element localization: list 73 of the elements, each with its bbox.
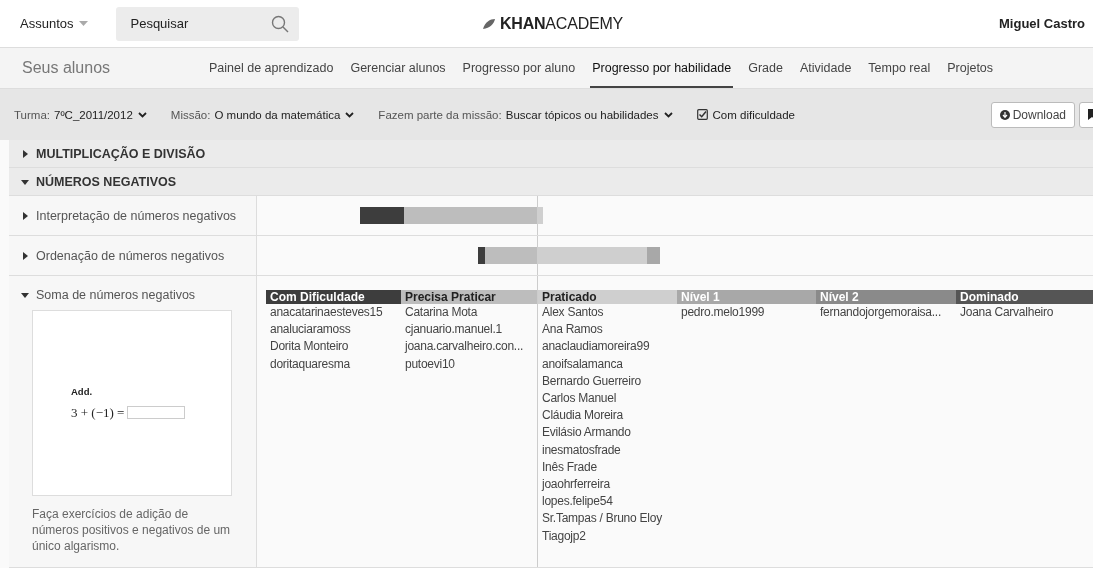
student-name[interactable]: Catarina Mota <box>401 304 537 322</box>
download-icon <box>999 109 1010 120</box>
student-name[interactable]: joaohrferreira <box>538 476 677 494</box>
student-name[interactable]: putoevi10 <box>401 355 537 373</box>
column-header: Nível 2 <box>816 290 956 304</box>
column-header: Nível 1 <box>677 290 816 304</box>
student-name[interactable]: Carlos Manuel <box>538 390 677 408</box>
filter-dropdown[interactable]: Buscar tópicos ou habilidades <box>505 108 673 121</box>
student-name[interactable]: analuciaramoss <box>266 321 401 339</box>
student-name[interactable]: fernandojorgemoraisa... <box>816 304 956 322</box>
nav-tab[interactable]: Tempo real <box>866 48 933 88</box>
section-title: MULTIPLICAÇÃO E DIVISÃO <box>36 146 206 161</box>
student-name[interactable]: Cláudia Moreira <box>538 407 677 425</box>
search-icon[interactable] <box>271 14 290 33</box>
student-name[interactable]: Evilásio Armando <box>538 424 677 442</box>
section-header[interactable]: MULTIPLICAÇÃO E DIVISÃO <box>9 140 1093 168</box>
checkbox[interactable]: Com dificuldade <box>696 108 795 121</box>
student-name[interactable]: inesmatosfrade <box>538 441 677 459</box>
user-name[interactable]: Miguel Castro <box>999 16 1085 31</box>
student-name[interactable]: Alex Santos <box>538 304 677 322</box>
student-name[interactable]: Dorita Monteiro <box>266 338 401 356</box>
student-name[interactable]: Joana Carvalheiro <box>956 304 1093 322</box>
dropdown-caret-icon <box>79 20 89 27</box>
column-header: Com Dificuldade <box>266 290 401 304</box>
nav-tab[interactable]: Atividade <box>797 48 854 88</box>
skill-description: Faça exercícios de adição de números positivos e negativos de um único algarismo. <box>32 506 232 554</box>
filter-dropdown[interactable]: 7ºC_2011/2012 <box>54 108 147 121</box>
column-header: Dominado <box>956 290 1093 304</box>
student-name[interactable]: Ana Ramos <box>538 321 677 339</box>
caret-icon[interactable] <box>21 291 29 299</box>
search-field[interactable]: Pesquisar <box>116 6 300 41</box>
nav-tab[interactable]: Gerenciar alunos <box>348 48 448 88</box>
caret-icon[interactable] <box>21 149 29 158</box>
student-name[interactable]: lopes.felipe54 <box>538 493 677 511</box>
logo-text[interactable]: KHANACADEMY <box>499 14 624 33</box>
skill-title: Soma de números negativos <box>36 288 196 302</box>
chevron-down-icon <box>663 111 673 118</box>
leaf-icon <box>481 17 496 30</box>
nav-tab[interactable]: Grade <box>746 48 785 88</box>
student-name[interactable]: cjanuario.manuel.1 <box>401 321 537 339</box>
page-title: Seus alunos <box>22 58 112 78</box>
nav-tab[interactable]: Progresso por aluno <box>460 48 578 88</box>
section-title: NÚMEROS NEGATIVOS <box>36 174 177 189</box>
instruction-text: Add. <box>71 385 94 397</box>
student-name[interactable]: Bernardo Guerreiro <box>538 372 677 390</box>
filter-dropdown[interactable]: O mundo da matemática <box>214 108 355 121</box>
chevron-down-icon <box>137 111 147 118</box>
filter-label: Missão: <box>170 108 211 121</box>
caret-icon[interactable] <box>21 177 29 186</box>
student-name[interactable]: anoifsalamanca <box>538 355 677 373</box>
section-header[interactable]: NÚMEROS NEGATIVOS <box>9 168 1093 196</box>
chevron-down-icon <box>345 111 355 118</box>
student-name[interactable]: Inês Frade <box>538 458 677 477</box>
filter-label: Fazem parte da missão: <box>378 108 502 121</box>
student-name[interactable]: pedro.melo1999 <box>677 304 816 322</box>
column-header: Precisa Praticar <box>401 290 537 304</box>
caret-icon[interactable] <box>21 251 29 260</box>
filter-label: Turma: <box>14 108 50 121</box>
caret-icon[interactable] <box>21 211 29 220</box>
nav-tab[interactable]: Painel de aprendizado <box>207 48 336 88</box>
student-name[interactable]: Sr.Tampas / Bruno Eloy <box>538 510 677 528</box>
student-name[interactable]: anacatarinaesteves15 <box>266 304 401 322</box>
student-name[interactable]: anaclaudiamoreira99 <box>538 338 677 356</box>
column-header: Praticado <box>538 290 677 304</box>
download-button[interactable]: Download <box>990 101 1075 128</box>
skill-row-header[interactable]: Soma de números negativos <box>21 288 256 302</box>
subjects-menu[interactable]: Assuntos <box>20 14 89 33</box>
student-name[interactable]: joana.carvalheiro.con... <box>401 338 537 356</box>
checkbox-icon[interactable] <box>696 109 708 120</box>
student-name[interactable]: Tiagojp2 <box>538 527 677 545</box>
student-name[interactable]: doritaquaresma <box>266 355 401 373</box>
math-expression: 3 + (−1) = <box>71 404 125 421</box>
nav-tab[interactable]: Projetos <box>945 48 996 88</box>
